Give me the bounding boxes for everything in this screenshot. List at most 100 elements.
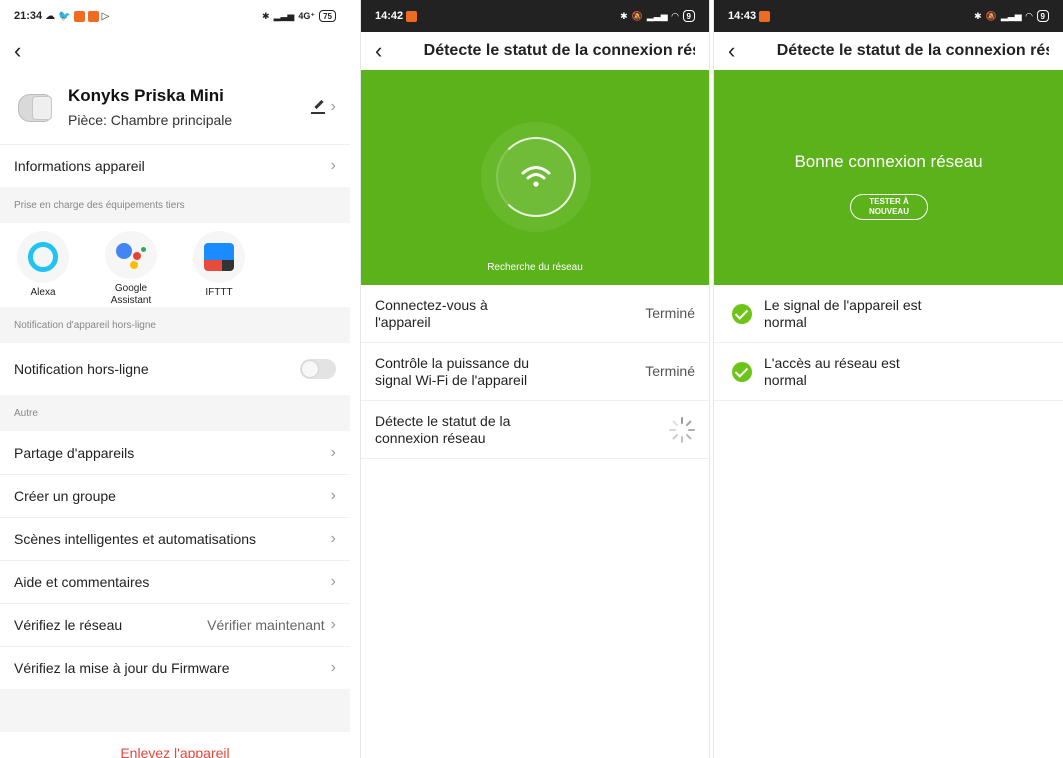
battery-icon: 9: [682, 10, 695, 22]
chevron-right-icon: ›: [330, 616, 336, 633]
network-check-result-screen: 14:43 ✱ 🔕 ▂▃▅ ◠ 9 ‹ Détecte le statut de…: [713, 0, 1063, 758]
status-bar: 14:43 ✱ 🔕 ▂▃▅ ◠ 9: [714, 0, 1063, 32]
twitter-icon: 🐦: [58, 10, 71, 22]
result-row: L'accès au réseau est normal: [714, 343, 1063, 401]
check-circle-icon: [732, 361, 752, 382]
back-arrow-icon[interactable]: ‹: [14, 40, 32, 62]
row-label: Notification hors-ligne: [14, 361, 149, 377]
section-header: Autre: [0, 395, 350, 431]
menu-item-help[interactable]: Aide et commentaires ›: [0, 560, 350, 603]
device-header[interactable]: Konyks Priska Mini Pièce: Chambre princi…: [0, 70, 350, 144]
offline-notification-row: Notification hors-ligne: [0, 343, 350, 395]
menu-item-check-network[interactable]: Vérifiez le réseau Vérifier maintenant ›: [0, 603, 350, 646]
alexa-icon: [17, 231, 69, 283]
row-label: Informations appareil: [14, 158, 145, 174]
menu-item-create-group[interactable]: Créer un groupe ›: [0, 474, 350, 517]
mute-icon: 🔕: [985, 10, 997, 21]
device-info-row[interactable]: Informations appareil ›: [0, 144, 350, 187]
result-label: Le signal de l'appareil est normal: [764, 296, 922, 330]
wifi-icon: ◠: [671, 10, 679, 21]
pencil-icon: [310, 100, 325, 114]
step-status: Terminé: [645, 363, 695, 379]
retest-button[interactable]: TESTER À NOUVEAU: [850, 194, 928, 220]
smart-plug-image: [14, 86, 56, 128]
chevron-right-icon: ›: [330, 487, 336, 504]
mute-icon: 🔕: [631, 10, 643, 21]
loading-spinner-icon: [669, 416, 695, 443]
app-notification-icon: [759, 10, 771, 22]
ifttt-service[interactable]: IFTTT: [192, 231, 246, 307]
play-icon: ▷: [101, 10, 110, 22]
scan-caption: Recherche du réseau: [487, 262, 583, 273]
menu-item-scenes[interactable]: Scènes intelligentes et automatisations …: [0, 517, 350, 560]
section-header: Prise en charge des équipements tiers: [0, 187, 350, 223]
status-time: 14:43: [728, 10, 757, 22]
step-status: Terminé: [645, 305, 695, 321]
battery-icon: 75: [319, 10, 336, 22]
chevron-right-icon: ›: [330, 157, 336, 174]
result-label: L'accès au réseau est normal: [764, 354, 900, 388]
top-bar: ‹ Détecte le statut de la connexion rés…: [361, 32, 709, 70]
device-room: Pièce: Chambre principale: [68, 112, 233, 128]
signal-icon: ▂▃▅: [273, 10, 295, 21]
ifttt-icon: [193, 231, 245, 283]
row-label: Vérifiez le réseau: [14, 617, 123, 633]
check-step: Détecte le statut de la connexion réseau: [361, 401, 709, 459]
alexa-service[interactable]: Alexa: [16, 231, 70, 307]
battery-icon: 9: [1036, 10, 1049, 22]
check-step: Contrôle la puissance du signal Wi-Fi de…: [361, 343, 709, 401]
chevron-right-icon: ›: [330, 530, 336, 547]
bluetooth-icon: ✱: [262, 10, 270, 21]
chevron-right-icon: ›: [330, 659, 336, 676]
chevron-right-icon: ›: [330, 98, 336, 115]
step-label: Contrôle la puissance du signal Wi-Fi de…: [375, 354, 530, 388]
status-time: 21:34: [14, 10, 43, 22]
device-settings-screen: 21:34 ☁ 🐦 ▷ ✱ ▂▃▅ 4G⁺ 75 ‹ Konyks Priska…: [0, 0, 350, 758]
row-value: Vérifier maintenant: [207, 617, 325, 633]
step-label: Connectez-vous à l'appareil: [375, 296, 488, 330]
page-title: Détecte le statut de la connexion rés…: [776, 42, 1049, 59]
google-assistant-icon: [105, 231, 157, 279]
bluetooth-icon: ✱: [974, 10, 982, 21]
device-name: Konyks Priska Mini: [68, 86, 224, 105]
menu-item-firmware[interactable]: Vérifiez la mise à jour du Firmware ›: [0, 646, 350, 689]
status-bar: 21:34 ☁ 🐦 ▷ ✱ ▂▃▅ 4G⁺ 75: [0, 0, 350, 32]
tier-label: Alexa: [30, 287, 56, 298]
row-label: Vérifiez la mise à jour du Firmware: [14, 660, 230, 676]
app-notification-icon: [406, 10, 418, 22]
app-notification-icon: [87, 10, 99, 22]
check-circle-icon: [732, 303, 752, 324]
network-type: 4G⁺: [298, 10, 316, 21]
back-arrow-icon[interactable]: ‹: [728, 40, 745, 62]
status-bar: 14:42 ✱ 🔕 ▂▃▅ ◠ 9: [361, 0, 709, 32]
top-bar: ‹: [0, 32, 350, 70]
scan-hero: Recherche du réseau: [361, 70, 709, 285]
third-party-services: Alexa Google Assistant IFTTT: [0, 223, 350, 307]
cloud-icon: ☁: [45, 10, 56, 22]
menu-item-share[interactable]: Partage d'appareils ›: [0, 431, 350, 474]
chevron-right-icon: ›: [330, 443, 336, 461]
app-notification-icon: [73, 10, 85, 22]
google-assistant-service[interactable]: Google Assistant: [104, 231, 158, 307]
offline-notification-toggle[interactable]: [300, 359, 336, 379]
top-bar: ‹ Détecte le statut de la connexion rés…: [714, 32, 1063, 70]
tier-label: IFTTT: [205, 287, 233, 298]
back-arrow-icon[interactable]: ‹: [375, 40, 392, 62]
result-hero: Bonne connexion réseau TESTER À NOUVEAU: [714, 70, 1063, 285]
row-label: Partage d'appareils: [14, 444, 135, 461]
page-title: Détecte le statut de la connexion rés…: [423, 42, 695, 59]
signal-icon: ▂▃▅: [1000, 10, 1022, 21]
chevron-right-icon: ›: [330, 573, 336, 590]
result-row: Le signal de l'appareil est normal: [714, 285, 1063, 343]
row-label: Aide et commentaires: [14, 574, 150, 590]
signal-icon: ▂▃▅: [646, 10, 668, 21]
result-title: Bonne connexion réseau: [794, 152, 983, 171]
edit-device-button[interactable]: ›: [310, 98, 336, 116]
check-step: Connectez-vous à l'appareil Terminé: [361, 285, 709, 343]
wifi-icon: ◠: [1025, 10, 1033, 21]
wifi-icon: [521, 166, 551, 187]
remove-device-button[interactable]: Enlevez l'appareil: [0, 745, 350, 758]
bluetooth-icon: ✱: [620, 10, 628, 21]
row-label: Scènes intelligentes et automatisations: [14, 531, 257, 547]
network-check-in-progress-screen: 14:42 ✱ 🔕 ▂▃▅ ◠ 9 ‹ Détecte le statut de…: [360, 0, 710, 758]
